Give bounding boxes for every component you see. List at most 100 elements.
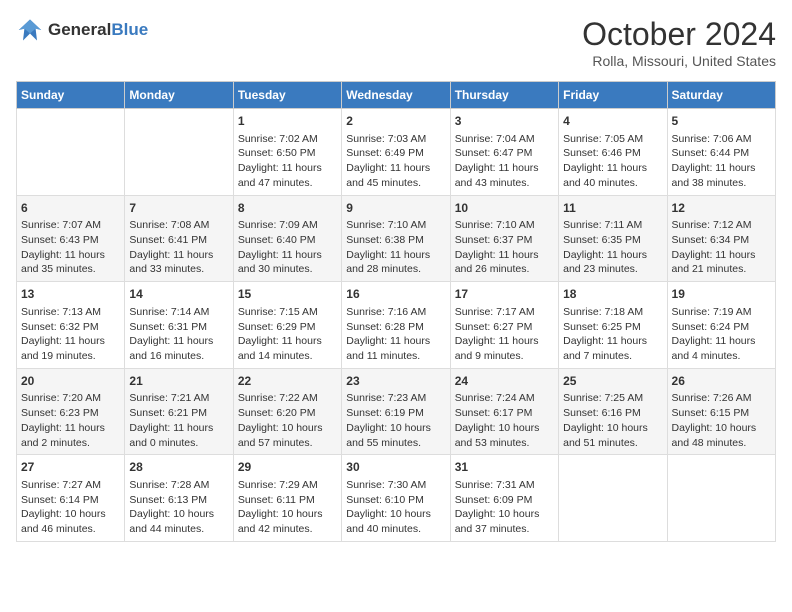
calendar-cell: 5 Sunrise: 7:06 AMSunset: 6:44 PMDayligh… <box>667 109 775 196</box>
day-number: 21 <box>129 373 228 390</box>
day-number: 4 <box>563 113 662 130</box>
day-number: 13 <box>21 286 120 303</box>
day-number: 2 <box>346 113 445 130</box>
calendar-cell: 25 Sunrise: 7:25 AMSunset: 6:16 PMDaylig… <box>559 368 667 455</box>
calendar-week-row: 20 Sunrise: 7:20 AMSunset: 6:23 PMDaylig… <box>17 368 776 455</box>
calendar-cell: 20 Sunrise: 7:20 AMSunset: 6:23 PMDaylig… <box>17 368 125 455</box>
day-number: 3 <box>455 113 554 130</box>
day-info: Sunrise: 7:16 AMSunset: 6:28 PMDaylight:… <box>346 305 445 364</box>
day-info: Sunrise: 7:20 AMSunset: 6:23 PMDaylight:… <box>21 391 120 450</box>
day-info: Sunrise: 7:31 AMSunset: 6:09 PMDaylight:… <box>455 478 554 537</box>
calendar-cell: 28 Sunrise: 7:28 AMSunset: 6:13 PMDaylig… <box>125 455 233 542</box>
day-number: 27 <box>21 459 120 476</box>
day-info: Sunrise: 7:25 AMSunset: 6:16 PMDaylight:… <box>563 391 662 450</box>
day-info: Sunrise: 7:10 AMSunset: 6:37 PMDaylight:… <box>455 218 554 277</box>
day-info: Sunrise: 7:21 AMSunset: 6:21 PMDaylight:… <box>129 391 228 450</box>
calendar-cell: 18 Sunrise: 7:18 AMSunset: 6:25 PMDaylig… <box>559 282 667 369</box>
day-info: Sunrise: 7:09 AMSunset: 6:40 PMDaylight:… <box>238 218 337 277</box>
logo: GeneralBlue <box>16 16 148 44</box>
calendar-cell: 31 Sunrise: 7:31 AMSunset: 6:09 PMDaylig… <box>450 455 558 542</box>
calendar-cell: 9 Sunrise: 7:10 AMSunset: 6:38 PMDayligh… <box>342 195 450 282</box>
day-number: 31 <box>455 459 554 476</box>
calendar-cell: 30 Sunrise: 7:30 AMSunset: 6:10 PMDaylig… <box>342 455 450 542</box>
day-info: Sunrise: 7:12 AMSunset: 6:34 PMDaylight:… <box>672 218 771 277</box>
location: Rolla, Missouri, United States <box>582 53 776 69</box>
day-number: 8 <box>238 200 337 217</box>
title-section: October 2024 Rolla, Missouri, United Sta… <box>582 16 776 69</box>
month-title: October 2024 <box>582 16 776 53</box>
day-info: Sunrise: 7:28 AMSunset: 6:13 PMDaylight:… <box>129 478 228 537</box>
day-info: Sunrise: 7:17 AMSunset: 6:27 PMDaylight:… <box>455 305 554 364</box>
logo-text: GeneralBlue <box>48 20 148 40</box>
day-info: Sunrise: 7:04 AMSunset: 6:47 PMDaylight:… <box>455 132 554 191</box>
day-info: Sunrise: 7:06 AMSunset: 6:44 PMDaylight:… <box>672 132 771 191</box>
day-number: 23 <box>346 373 445 390</box>
calendar-cell: 22 Sunrise: 7:22 AMSunset: 6:20 PMDaylig… <box>233 368 341 455</box>
day-number: 30 <box>346 459 445 476</box>
calendar-cell: 29 Sunrise: 7:29 AMSunset: 6:11 PMDaylig… <box>233 455 341 542</box>
calendar-cell: 8 Sunrise: 7:09 AMSunset: 6:40 PMDayligh… <box>233 195 341 282</box>
day-number: 5 <box>672 113 771 130</box>
calendar-cell: 26 Sunrise: 7:26 AMSunset: 6:15 PMDaylig… <box>667 368 775 455</box>
day-info: Sunrise: 7:18 AMSunset: 6:25 PMDaylight:… <box>563 305 662 364</box>
day-number: 20 <box>21 373 120 390</box>
day-info: Sunrise: 7:19 AMSunset: 6:24 PMDaylight:… <box>672 305 771 364</box>
day-info: Sunrise: 7:13 AMSunset: 6:32 PMDaylight:… <box>21 305 120 364</box>
calendar-cell: 27 Sunrise: 7:27 AMSunset: 6:14 PMDaylig… <box>17 455 125 542</box>
calendar-cell: 13 Sunrise: 7:13 AMSunset: 6:32 PMDaylig… <box>17 282 125 369</box>
calendar-cell: 14 Sunrise: 7:14 AMSunset: 6:31 PMDaylig… <box>125 282 233 369</box>
day-info: Sunrise: 7:10 AMSunset: 6:38 PMDaylight:… <box>346 218 445 277</box>
day-number: 6 <box>21 200 120 217</box>
calendar-cell <box>125 109 233 196</box>
day-number: 29 <box>238 459 337 476</box>
day-info: Sunrise: 7:29 AMSunset: 6:11 PMDaylight:… <box>238 478 337 537</box>
day-info: Sunrise: 7:27 AMSunset: 6:14 PMDaylight:… <box>21 478 120 537</box>
day-info: Sunrise: 7:08 AMSunset: 6:41 PMDaylight:… <box>129 218 228 277</box>
weekday-header-row: SundayMondayTuesdayWednesdayThursdayFrid… <box>17 82 776 109</box>
calendar-cell: 19 Sunrise: 7:19 AMSunset: 6:24 PMDaylig… <box>667 282 775 369</box>
day-number: 28 <box>129 459 228 476</box>
day-info: Sunrise: 7:23 AMSunset: 6:19 PMDaylight:… <box>346 391 445 450</box>
weekday-header-thursday: Thursday <box>450 82 558 109</box>
day-info: Sunrise: 7:14 AMSunset: 6:31 PMDaylight:… <box>129 305 228 364</box>
calendar-cell: 1 Sunrise: 7:02 AMSunset: 6:50 PMDayligh… <box>233 109 341 196</box>
day-number: 14 <box>129 286 228 303</box>
day-number: 1 <box>238 113 337 130</box>
day-info: Sunrise: 7:15 AMSunset: 6:29 PMDaylight:… <box>238 305 337 364</box>
calendar-week-row: 27 Sunrise: 7:27 AMSunset: 6:14 PMDaylig… <box>17 455 776 542</box>
day-number: 7 <box>129 200 228 217</box>
day-number: 24 <box>455 373 554 390</box>
day-number: 10 <box>455 200 554 217</box>
day-number: 19 <box>672 286 771 303</box>
calendar-cell: 15 Sunrise: 7:15 AMSunset: 6:29 PMDaylig… <box>233 282 341 369</box>
calendar-cell: 23 Sunrise: 7:23 AMSunset: 6:19 PMDaylig… <box>342 368 450 455</box>
calendar-week-row: 1 Sunrise: 7:02 AMSunset: 6:50 PMDayligh… <box>17 109 776 196</box>
calendar-cell: 3 Sunrise: 7:04 AMSunset: 6:47 PMDayligh… <box>450 109 558 196</box>
calendar-cell: 12 Sunrise: 7:12 AMSunset: 6:34 PMDaylig… <box>667 195 775 282</box>
day-number: 22 <box>238 373 337 390</box>
day-info: Sunrise: 7:03 AMSunset: 6:49 PMDaylight:… <box>346 132 445 191</box>
calendar-cell: 4 Sunrise: 7:05 AMSunset: 6:46 PMDayligh… <box>559 109 667 196</box>
day-number: 18 <box>563 286 662 303</box>
calendar-cell <box>17 109 125 196</box>
calendar-cell: 21 Sunrise: 7:21 AMSunset: 6:21 PMDaylig… <box>125 368 233 455</box>
weekday-header-saturday: Saturday <box>667 82 775 109</box>
day-number: 25 <box>563 373 662 390</box>
calendar-cell <box>559 455 667 542</box>
day-number: 11 <box>563 200 662 217</box>
weekday-header-tuesday: Tuesday <box>233 82 341 109</box>
day-number: 12 <box>672 200 771 217</box>
calendar-cell: 11 Sunrise: 7:11 AMSunset: 6:35 PMDaylig… <box>559 195 667 282</box>
weekday-header-friday: Friday <box>559 82 667 109</box>
weekday-header-monday: Monday <box>125 82 233 109</box>
day-number: 16 <box>346 286 445 303</box>
day-info: Sunrise: 7:22 AMSunset: 6:20 PMDaylight:… <box>238 391 337 450</box>
day-info: Sunrise: 7:30 AMSunset: 6:10 PMDaylight:… <box>346 478 445 537</box>
calendar-cell: 10 Sunrise: 7:10 AMSunset: 6:37 PMDaylig… <box>450 195 558 282</box>
calendar-cell <box>667 455 775 542</box>
calendar-cell: 17 Sunrise: 7:17 AMSunset: 6:27 PMDaylig… <box>450 282 558 369</box>
calendar-table: SundayMondayTuesdayWednesdayThursdayFrid… <box>16 81 776 542</box>
weekday-header-sunday: Sunday <box>17 82 125 109</box>
calendar-cell: 2 Sunrise: 7:03 AMSunset: 6:49 PMDayligh… <box>342 109 450 196</box>
day-info: Sunrise: 7:24 AMSunset: 6:17 PMDaylight:… <box>455 391 554 450</box>
